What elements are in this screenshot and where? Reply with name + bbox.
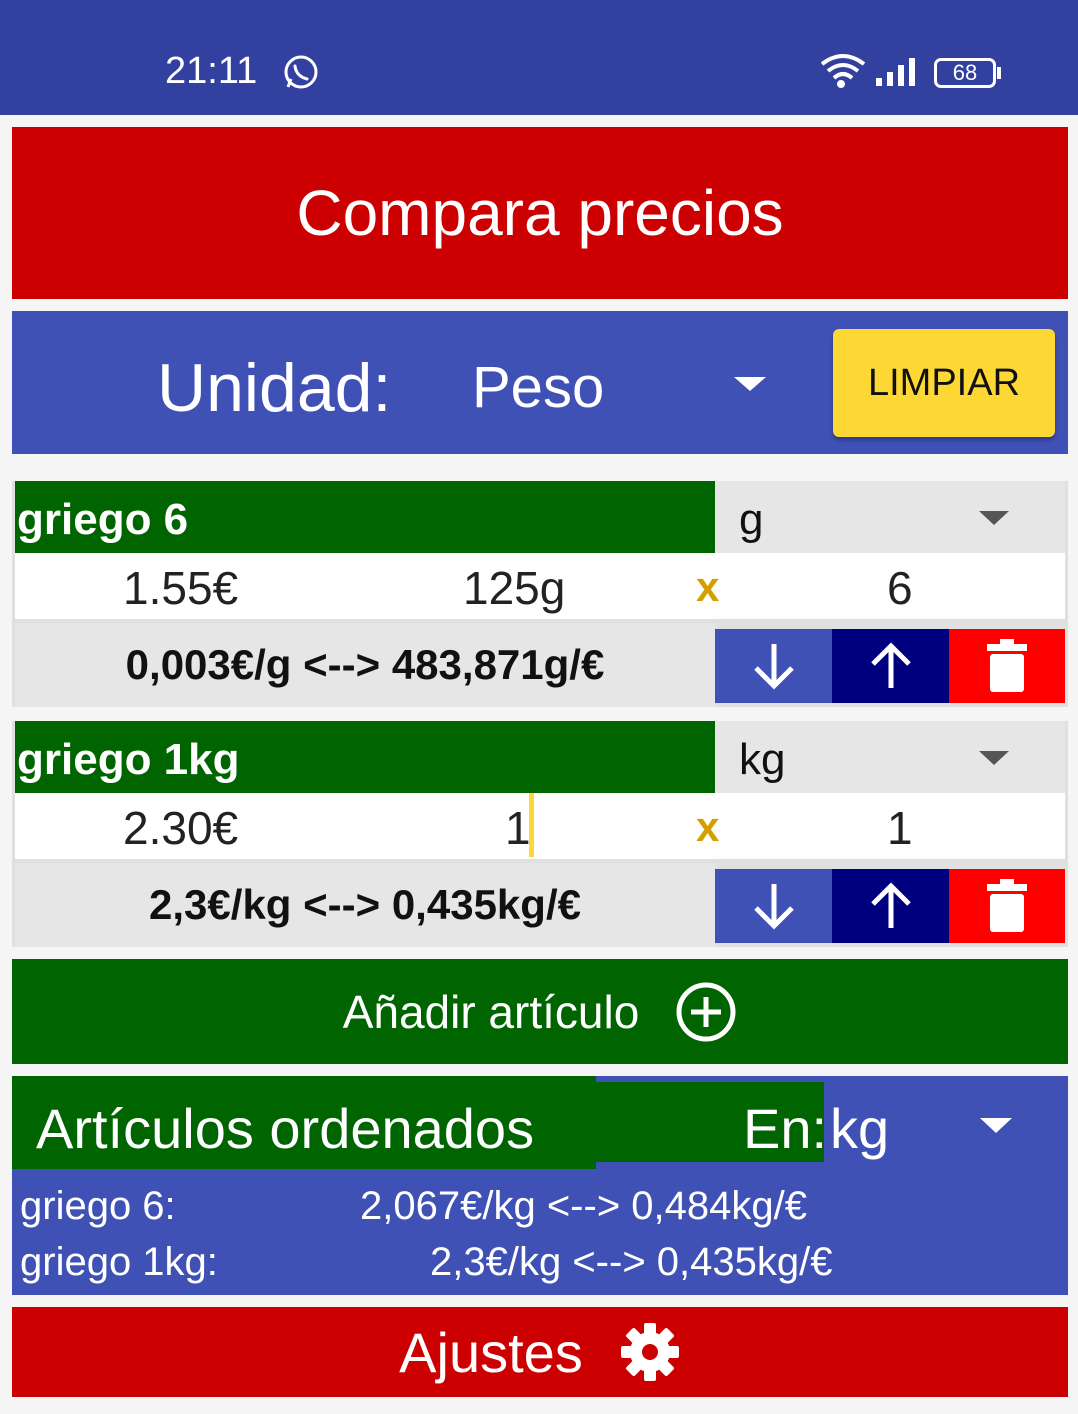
unit-type-select[interactable]: Peso	[452, 331, 792, 435]
sorted-row-name: griego 6:	[20, 1184, 176, 1228]
item-result: 0,003€/g <--> 483,871g/€	[15, 623, 715, 707]
dropdown-icon	[979, 511, 1009, 525]
quantity-input[interactable]: 125g	[463, 561, 565, 615]
times-label: x	[696, 563, 720, 610]
sorted-title: Artículos ordenados	[36, 1097, 535, 1160]
item-unit-select[interactable]: kg	[715, 721, 1065, 793]
dropdown-icon	[734, 377, 766, 391]
trash-icon	[987, 879, 1027, 932]
item-input-row: 1.55€ 125g x 6	[15, 553, 1065, 619]
sorted-row-value: 2,3€/kg <--> 0,435kg/€	[430, 1240, 833, 1284]
item-card: griego 1kg kg 2.30€ 1 x 1 2,3€/kg <--> 0…	[12, 721, 1068, 947]
price-input[interactable]: 2.30€	[123, 801, 238, 855]
whatsapp-icon	[284, 55, 318, 89]
times-label: x	[696, 803, 720, 850]
signal-icon	[876, 58, 915, 86]
move-up-button[interactable]	[832, 629, 949, 703]
move-down-button[interactable]	[715, 869, 832, 943]
dropdown-icon	[980, 1118, 1012, 1133]
battery-icon: 68	[934, 58, 996, 88]
battery-level: 68	[952, 60, 978, 85]
delete-button[interactable]	[949, 629, 1065, 703]
item-input-row: 2.30€ 1 x 1	[15, 793, 1065, 859]
move-down-button[interactable]	[715, 629, 832, 703]
gear-icon	[620, 1323, 679, 1381]
battery-tip	[997, 67, 1001, 79]
add-article-button[interactable]: Añadir artículo	[12, 959, 1068, 1064]
dropdown-icon	[979, 751, 1009, 765]
item-unit-value: g	[739, 495, 764, 544]
settings-label: Ajustes	[399, 1320, 583, 1384]
app-title-bar: Compara precios	[12, 127, 1068, 299]
wifi-icon	[820, 54, 866, 88]
unit-bar: Unidad: Peso LIMPIAR	[12, 311, 1068, 454]
item-card: griego 6 g 1.55€ 125g x 6 0,003€/g <--> …	[12, 481, 1068, 707]
multiplier-input[interactable]: 1	[887, 801, 913, 855]
sorted-unit-value: kg	[830, 1097, 890, 1160]
arrow-up-icon	[870, 882, 911, 928]
settings-button[interactable]: Ajustes	[12, 1307, 1068, 1397]
arrow-down-icon	[753, 884, 794, 930]
text-cursor	[529, 793, 534, 857]
add-article-label: Añadir artículo	[342, 985, 640, 1038]
sorted-unit-select[interactable]: kg	[824, 1082, 1064, 1166]
item-unit-value: kg	[739, 735, 786, 784]
item-name: griego 6	[17, 495, 189, 544]
status-bar: 21:11 68	[0, 0, 1078, 115]
status-time: 21:11	[165, 50, 258, 92]
sorted-row-name: griego 1kg:	[20, 1240, 218, 1284]
trash-icon	[987, 639, 1027, 692]
sorted-row-value: 2,067€/kg <--> 0,484kg/€	[360, 1184, 807, 1228]
price-input[interactable]: 1.55€	[123, 561, 238, 615]
arrow-down-icon	[753, 644, 794, 690]
sorted-en-label: En:	[743, 1097, 828, 1160]
app-title: Compara precios	[296, 177, 784, 249]
clear-button[interactable]: LIMPIAR	[833, 329, 1055, 437]
delete-button[interactable]	[949, 869, 1065, 943]
item-name-field[interactable]: griego 6	[15, 481, 715, 553]
arrow-up-icon	[870, 642, 911, 688]
add-circle-icon	[676, 982, 736, 1041]
unit-label: Unidad:	[157, 350, 392, 426]
sorted-panel: Artículos ordenados En: kg griego 6: 2,0…	[12, 1076, 1068, 1295]
item-result: 2,3€/kg <--> 0,435kg/€	[15, 863, 715, 947]
item-unit-select[interactable]: g	[715, 481, 1065, 553]
quantity-input[interactable]: 1	[505, 801, 531, 855]
multiplier-input[interactable]: 6	[887, 561, 913, 615]
item-name-field[interactable]: griego 1kg	[15, 721, 715, 793]
unit-type-value: Peso	[472, 355, 605, 420]
move-up-button[interactable]	[832, 869, 949, 943]
item-name: griego 1kg	[17, 735, 240, 784]
